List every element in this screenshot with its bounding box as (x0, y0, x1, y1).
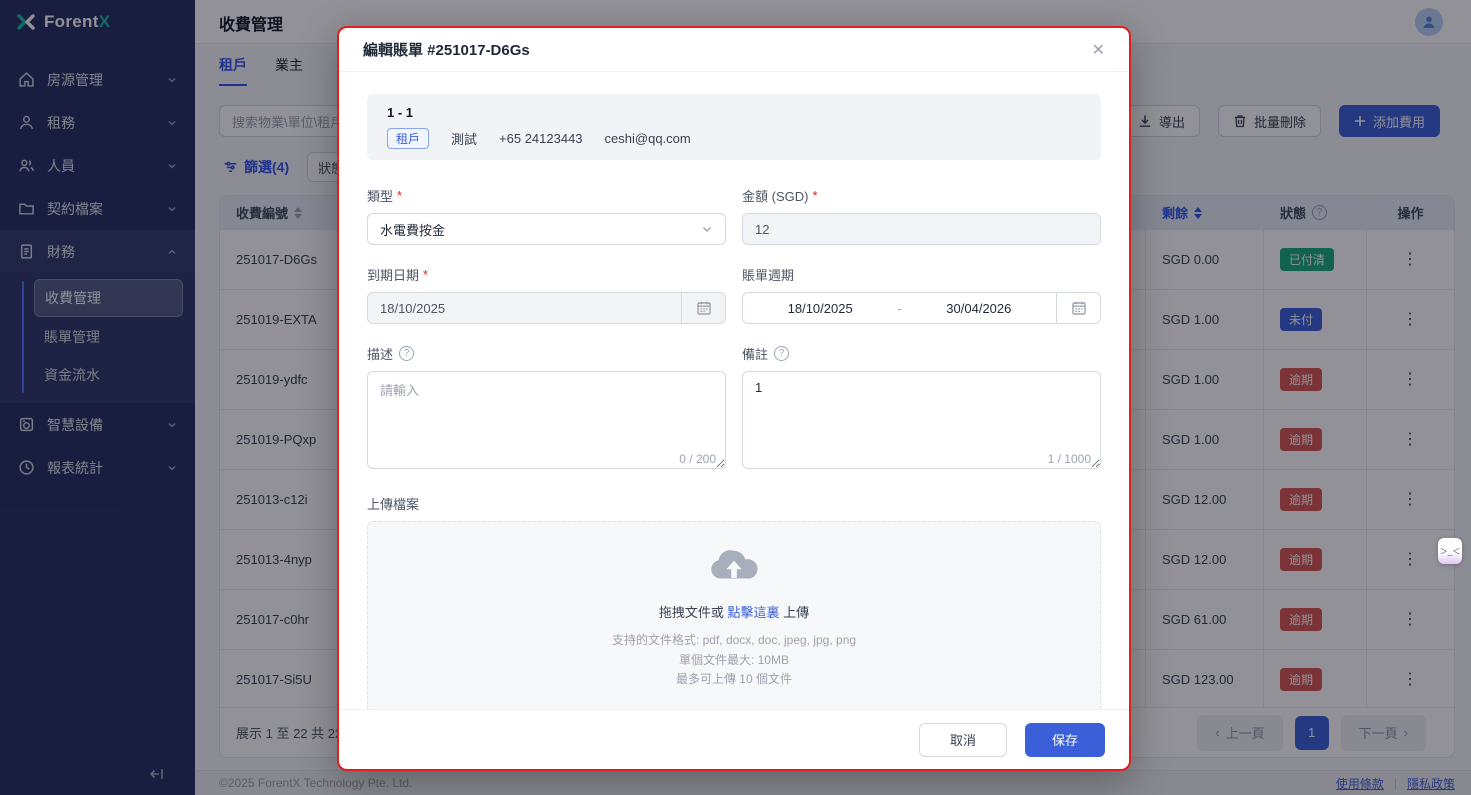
save-button[interactable]: 保存 (1025, 723, 1105, 757)
calendar-icon[interactable] (681, 293, 725, 323)
modal-body: 1 - 1 租戶 測試 +65 24123443 ceshi@qq.com 類型… (339, 72, 1129, 709)
field-note: 備註? 1 1 / 1000 (742, 344, 1101, 474)
cloud-upload-icon (708, 544, 760, 588)
unit-label: 1 - 1 (387, 105, 1081, 120)
period-end-value: 30/04/2026 (946, 301, 1011, 316)
modal-footer: 取消 保存 (339, 709, 1129, 769)
close-icon[interactable]: ✕ (1092, 40, 1105, 60)
tenant-phone: +65 24123443 (499, 131, 583, 146)
upload-formats: 支持的文件格式: pdf, docx, doc, jpeg, jpg, png (612, 631, 856, 651)
note-textarea[interactable]: 1 (742, 371, 1101, 469)
upload-max-count: 最多可上傳 10 個文件 (612, 670, 856, 690)
tenant-email: ceshi@qq.com (605, 131, 691, 146)
period-start-value: 18/10/2025 (788, 301, 853, 316)
amount-input[interactable] (742, 213, 1101, 245)
help-icon[interactable]: ? (399, 346, 414, 361)
due-date-value: 18/10/2025 (368, 301, 681, 316)
cancel-button[interactable]: 取消 (919, 723, 1007, 757)
field-type: 類型* 水電費按金 (367, 186, 726, 245)
required-mark: * (423, 267, 428, 282)
edit-bill-modal: 編輯賬單 #251017-D6Gs ✕ 1 - 1 租戶 測試 +65 2412… (337, 26, 1131, 771)
type-select-value: 水電費按金 (380, 220, 445, 239)
field-due-date: 到期日期* 18/10/2025 (367, 265, 726, 324)
required-mark: * (397, 188, 402, 203)
chevron-down-icon (701, 223, 713, 235)
field-amount: 金額 (SGD)* (742, 186, 1101, 245)
field-description: 描述? 0 / 200 (367, 344, 726, 474)
upload-max-size: 單個文件最大: 10MB (612, 651, 856, 671)
type-select[interactable]: 水電費按金 (367, 213, 726, 245)
modal-header: 編輯賬單 #251017-D6Gs ✕ (339, 28, 1129, 72)
tenant-tag: 租戶 (387, 128, 429, 149)
upload-click-link[interactable]: 點擊這裏 (727, 605, 779, 620)
feedback-widget-button[interactable]: ＞_＜ (1438, 538, 1462, 564)
field-billing-period: 賬單週期 18/10/2025 - 30/04/2026 (742, 265, 1101, 324)
description-textarea[interactable] (367, 371, 726, 469)
modal-title: 編輯賬單 #251017-D6Gs (363, 39, 530, 60)
required-mark: * (812, 188, 817, 203)
tenant-name: 測試 (451, 129, 477, 148)
upload-dropzone[interactable]: 拖拽文件或 點擊這裏 上傳 支持的文件格式: pdf, docx, doc, j… (367, 521, 1101, 709)
field-upload: 上傳檔案 拖拽文件或 點擊這裏 上傳 支持的文件格式: pdf, docx, d… (367, 494, 1101, 709)
period-separator: - (897, 301, 901, 316)
billing-period-input[interactable]: 18/10/2025 - 30/04/2026 (742, 292, 1101, 324)
due-date-input[interactable]: 18/10/2025 (367, 292, 726, 324)
tenant-info-card: 1 - 1 租戶 測試 +65 24123443 ceshi@qq.com (367, 94, 1101, 160)
help-icon[interactable]: ? (774, 346, 789, 361)
calendar-icon[interactable] (1056, 293, 1100, 323)
